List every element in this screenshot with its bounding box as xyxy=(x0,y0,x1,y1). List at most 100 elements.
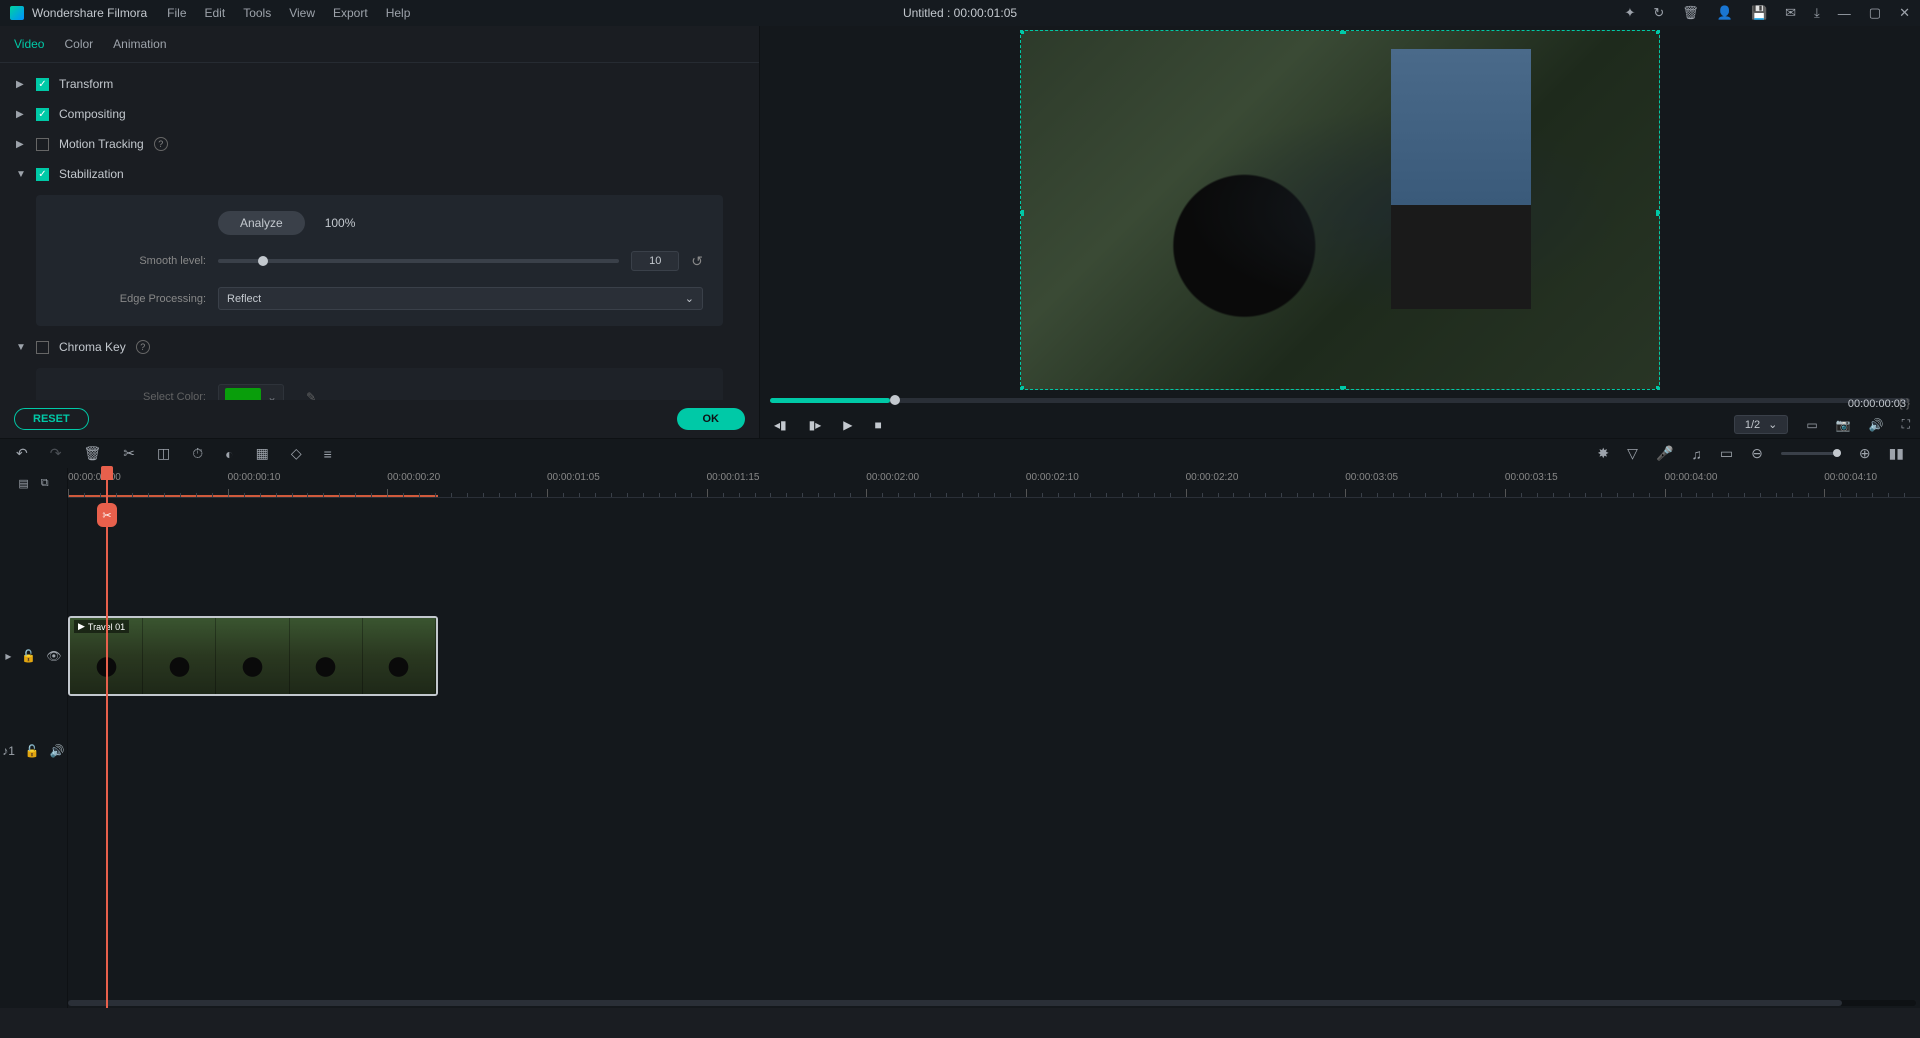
lock-icon[interactable]: 🔓 xyxy=(21,649,36,663)
minimize-icon[interactable]: — xyxy=(1838,6,1851,21)
menu-export[interactable]: Export xyxy=(333,6,368,20)
ruler-tick: 00:00:02:10 xyxy=(1026,472,1079,483)
smooth-level-slider[interactable] xyxy=(218,259,619,263)
lock-icon[interactable]: 🔓 xyxy=(25,744,40,758)
menu-tools[interactable]: Tools xyxy=(243,6,271,20)
eyedropper-icon[interactable]: ✎ xyxy=(306,390,316,400)
help-icon[interactable]: ? xyxy=(136,340,150,354)
reset-button[interactable]: RESET xyxy=(14,408,89,430)
green-screen-icon[interactable]: ▦ xyxy=(256,445,269,462)
reset-icon[interactable]: ↺ xyxy=(691,253,703,270)
speed-icon[interactable]: ⏱ xyxy=(192,445,203,462)
sync-icon[interactable]: ↻ xyxy=(1653,5,1664,21)
section-motion-tracking[interactable]: ▶ Motion Tracking ? xyxy=(0,129,759,159)
transform-checkbox[interactable]: ✓ xyxy=(36,78,49,91)
disclose-icon[interactable]: ▶ xyxy=(16,139,26,150)
timeline-ruler[interactable]: 00:00:00:0000:00:00:1000:00:00:2000:00:0… xyxy=(68,468,1920,498)
fullscreen-icon[interactable]: ⛶ xyxy=(1902,417,1910,432)
settings-icon[interactable]: ≡ xyxy=(324,446,332,462)
close-icon[interactable]: ✕ xyxy=(1899,5,1910,21)
video-track-icon[interactable]: ▸ xyxy=(5,649,11,663)
menu-edit[interactable]: Edit xyxy=(205,6,226,20)
zoom-out-icon[interactable]: ⊖ xyxy=(1751,445,1763,462)
marker-icon[interactable]: ▽ xyxy=(1627,445,1638,462)
disclose-icon[interactable]: ▼ xyxy=(16,169,26,180)
display-icon[interactable]: ▭ xyxy=(1806,418,1817,432)
trash-icon[interactable]: 🗑 xyxy=(1682,5,1699,21)
smooth-level-value[interactable]: 10 xyxy=(631,251,679,271)
zoom-slider[interactable] xyxy=(1781,452,1841,455)
keyframe-icon[interactable]: ◇ xyxy=(291,445,302,462)
next-frame-button[interactable]: ▮▸ xyxy=(809,418,822,432)
properties-panel: Video Color Animation ▶ ✓ Transform ▶ ✓ … xyxy=(0,26,760,438)
section-chroma-key[interactable]: ▼ Chroma Key ? xyxy=(0,332,759,362)
section-stabilization[interactable]: ▼ ✓ Stabilization xyxy=(0,159,759,189)
zoom-fit-icon[interactable]: ▮▮ xyxy=(1889,445,1904,462)
stabilization-checkbox[interactable]: ✓ xyxy=(36,168,49,181)
link-icon[interactable]: ⧉ xyxy=(41,477,49,490)
playback-quality-select[interactable]: 1/2⌄ xyxy=(1734,415,1789,434)
zoom-in-icon[interactable]: ⊕ xyxy=(1859,445,1871,462)
split-icon[interactable]: ✂ xyxy=(123,445,135,462)
color-icon[interactable]: ◐ xyxy=(225,446,233,462)
help-icon[interactable]: ? xyxy=(154,137,168,151)
snapshot-icon[interactable]: 📷 xyxy=(1836,418,1851,432)
preview-video-frame[interactable] xyxy=(1020,30,1660,390)
stop-button[interactable]: ■ xyxy=(875,418,882,432)
motion-tracking-checkbox[interactable] xyxy=(36,138,49,151)
timeline-clip[interactable]: ▶Travel 01 xyxy=(68,616,438,696)
prev-frame-button[interactable]: ◂▮ xyxy=(774,418,787,432)
preview-scrubber[interactable]: { } xyxy=(770,398,1910,403)
ruler-tick: 00:00:00:10 xyxy=(228,472,281,483)
voiceover-icon[interactable]: 🎤 xyxy=(1656,445,1673,462)
download-icon[interactable]: ⤓ xyxy=(1814,5,1820,21)
tab-video[interactable]: Video xyxy=(14,34,44,54)
redo-icon[interactable]: ↷ xyxy=(50,445,62,462)
menu-file[interactable]: File xyxy=(167,6,186,20)
panel-tabs: Video Color Animation xyxy=(0,26,759,63)
render-icon[interactable]: ✸ xyxy=(1597,445,1609,462)
notification-icon[interactable]: ✉ xyxy=(1785,5,1796,21)
play-button[interactable]: ▶ xyxy=(843,418,852,432)
disclose-icon[interactable]: ▶ xyxy=(16,109,26,120)
timeline-main[interactable]: 00:00:00:0000:00:00:1000:00:00:2000:00:0… xyxy=(68,468,1920,1008)
chevron-down-icon: ⌄ xyxy=(1768,418,1777,431)
section-transform[interactable]: ▶ ✓ Transform xyxy=(0,69,759,99)
disclose-icon[interactable]: ▶ xyxy=(16,79,26,90)
ok-button[interactable]: OK xyxy=(677,408,746,430)
clip-play-icon: ▶ xyxy=(78,621,85,632)
chroma-key-checkbox[interactable] xyxy=(36,341,49,354)
section-compositing[interactable]: ▶ ✓ Compositing xyxy=(0,99,759,129)
color-select[interactable]: ⌄ xyxy=(218,384,284,400)
aspect-icon[interactable]: ▭ xyxy=(1720,445,1733,462)
maximize-icon[interactable]: ▢ xyxy=(1869,5,1881,21)
playhead[interactable]: ✂ xyxy=(106,468,108,1008)
timeline-toolbar: ↶ ↷ 🗑 ✂ ◫ ⏱ ◐ ▦ ◇ ≡ ✸ ▽ 🎤 ♫ ▭ ⊖ ⊕ ▮▮ xyxy=(0,438,1920,468)
tips-icon[interactable]: ✦ xyxy=(1624,5,1635,21)
crop-icon[interactable]: ◫ xyxy=(157,445,170,462)
mute-icon[interactable]: 🔊 xyxy=(50,744,65,758)
edge-processing-select[interactable]: Reflect ⌄ xyxy=(218,287,703,310)
main-menu: File Edit Tools View Export Help xyxy=(167,6,410,20)
undo-icon[interactable]: ↶ xyxy=(16,445,28,462)
delete-icon[interactable]: 🗑 xyxy=(83,445,101,462)
account-icon[interactable]: 👤 xyxy=(1717,5,1733,21)
split-handle-icon[interactable]: ✂ xyxy=(97,503,117,527)
analyze-button[interactable]: Analyze xyxy=(218,211,305,235)
disclose-icon[interactable]: ▼ xyxy=(16,342,26,353)
menu-view[interactable]: View xyxy=(289,6,315,20)
menu-help[interactable]: Help xyxy=(386,6,411,20)
visibility-icon[interactable]: 👁 xyxy=(46,649,61,663)
save-icon[interactable]: 💾 xyxy=(1751,5,1767,21)
compositing-checkbox[interactable]: ✓ xyxy=(36,108,49,121)
tab-color[interactable]: Color xyxy=(64,34,93,54)
mixer-icon[interactable]: ♫ xyxy=(1691,446,1702,462)
timeline: ▤ ⧉ ▸ 🔓 👁 ♪1 🔓 🔊 00:00:00:0000:00:00:100… xyxy=(0,468,1920,1008)
select-color-label: Select Color: xyxy=(56,391,206,400)
tab-animation[interactable]: Animation xyxy=(113,34,166,54)
project-title: Untitled : 00:00:01:05 xyxy=(903,6,1017,20)
ruler-tick: 00:00:02:20 xyxy=(1186,472,1239,483)
audio-icon[interactable]: 🔊 xyxy=(1869,418,1884,432)
timeline-scrollbar[interactable] xyxy=(68,1000,1916,1006)
track-manage-icon[interactable]: ▤ xyxy=(18,477,28,490)
